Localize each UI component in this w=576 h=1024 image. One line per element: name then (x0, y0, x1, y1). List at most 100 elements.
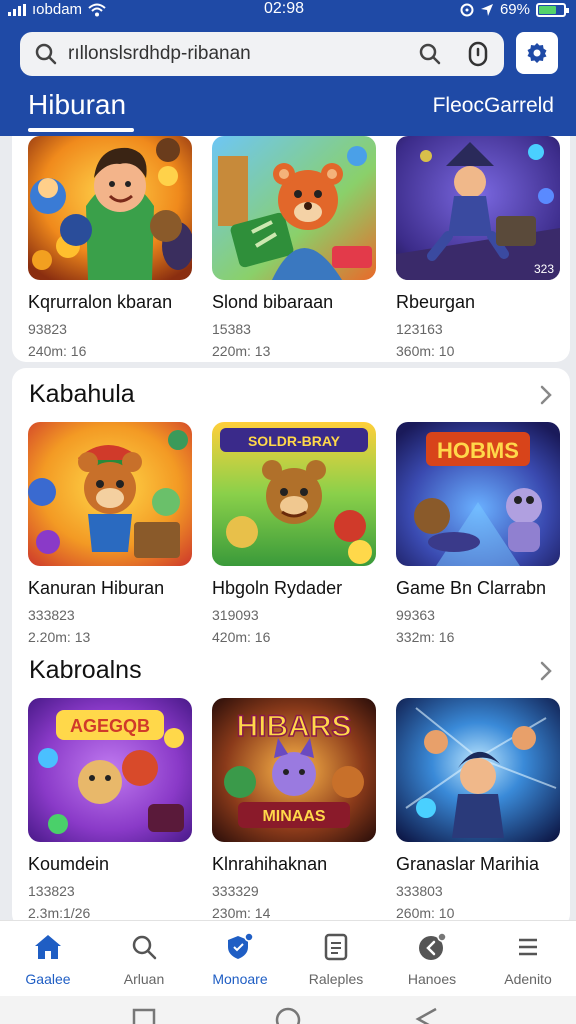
game-art-title: HOBMS (437, 438, 519, 463)
gear-icon (527, 43, 547, 63)
game-tile[interactable]: AGEGQB Koumdein 133823 2.3m:1/26 (28, 698, 196, 920)
game-thumbnail[interactable]: SOLDR-BRAY (212, 422, 376, 566)
game-duration: 220m: 13 (212, 343, 271, 359)
game-title[interactable]: Kqrurralon kbaran (28, 292, 196, 313)
nav-item-document[interactable]: Raleples (288, 931, 384, 987)
nav-label: Hanoes (407, 971, 457, 987)
nav-label: Arluan (123, 971, 165, 987)
chevron-right-icon[interactable] (538, 384, 554, 406)
content-area[interactable]: Kqrurralon kbaran 93823 240m: 16 Slond b… (0, 136, 576, 920)
game-downloads: 99363 (396, 607, 435, 623)
game-duration: 2.20m: 13 (28, 629, 91, 645)
game-thumbnail[interactable]: 323 (396, 136, 560, 280)
search-input[interactable] (68, 39, 408, 69)
game-downloads: 133823 (28, 883, 75, 899)
game-card-group: Kqrurralon kbaran 93823 240m: 16 Slond b… (12, 136, 570, 362)
bottom-navigation: Gaalee Arluan Monoare Raleples Hanoes Ad… (0, 920, 576, 996)
game-title[interactable]: Granaslar Marihia (396, 854, 564, 875)
game-thumbnail[interactable]: HOBMS (396, 422, 560, 566)
game-title[interactable]: Hbgoln Rydader (212, 578, 380, 599)
game-tile[interactable]: Kanuran Hiburan 333823 2.20m: 13 (28, 422, 196, 645)
game-art-title: SOLDR-BRAY (248, 433, 341, 449)
game-thumbnail[interactable]: AGEGQB (28, 698, 192, 842)
game-tile[interactable]: 323 Rbeurgan 123163 360m: 10 (396, 136, 564, 359)
search-bar[interactable] (20, 32, 504, 76)
nav-label: Adenito (504, 971, 552, 987)
game-thumbnail[interactable]: HIBARS MINAAS (212, 698, 376, 842)
game-tile[interactable]: Slond bibaraan 15383 220m: 13 (212, 136, 380, 359)
game-duration: 230m: 14 (212, 905, 271, 920)
game-tile[interactable]: HOBMS Game Bn Clarrabn 99363 332m: 16 (396, 422, 564, 645)
alarm-icon (460, 3, 474, 16)
recent-apps-icon[interactable] (132, 1008, 156, 1024)
game-downloads: 333823 (28, 607, 75, 623)
game-title[interactable]: Slond bibaraan (212, 292, 380, 313)
app-header: ıobdam 02:98 69% Hiburan FleocGarreld (0, 0, 576, 136)
game-tile[interactable]: SOLDR-BRAY Hbgoln Rydader 319093 420m: 1… (212, 422, 380, 645)
nav-item-shield[interactable]: Monoare (192, 931, 288, 987)
nav-item-menu[interactable]: Adenito (480, 931, 576, 987)
carrier-name: ıobdam (32, 1, 83, 18)
signal-icon (8, 3, 26, 16)
microphone-icon[interactable] (466, 40, 490, 68)
location-icon (480, 3, 493, 16)
game-art-title: AGEGQB (70, 716, 150, 736)
battery-fill (539, 5, 556, 14)
section-title-kabahula: Kabahula (29, 380, 135, 408)
game-title[interactable]: Kanuran Hiburan (28, 578, 196, 599)
home-button-icon[interactable] (274, 1006, 302, 1024)
game-title[interactable]: Rbeurgan (396, 292, 564, 313)
search-icon[interactable] (418, 42, 442, 66)
nav-item-search[interactable]: Arluan (96, 931, 192, 987)
home-icon (35, 935, 61, 959)
game-thumbnail[interactable] (212, 136, 376, 280)
game-thumbnail[interactable] (396, 698, 560, 842)
nav-label: Gaalee (25, 971, 71, 987)
game-downloads: 123163 (396, 321, 443, 337)
game-downloads: 319093 (212, 607, 259, 623)
game-downloads: 333803 (396, 883, 443, 899)
wifi-icon (88, 3, 106, 16)
game-thumbnail[interactable] (28, 422, 192, 566)
tab-hiburan[interactable]: Hiburan (28, 89, 126, 121)
nav-label: Raleples (308, 971, 364, 987)
active-tab-indicator (28, 128, 134, 132)
section-title-kabroalns: Kabroalns (29, 656, 142, 684)
nav-item-home[interactable]: Gaalee (0, 931, 96, 987)
game-sections-card: Kabahula Kanuran Hiburan 333823 2.20m: 1… (12, 368, 570, 920)
game-title[interactable]: Klnrahihaknan (212, 854, 380, 875)
back-button-icon[interactable] (414, 1006, 440, 1024)
game-downloads: 333329 (212, 883, 259, 899)
chevron-right-icon[interactable] (538, 660, 554, 682)
game-duration: 260m: 10 (396, 905, 455, 920)
status-left: ıobdam (8, 1, 106, 18)
game-thumbnail[interactable] (28, 136, 192, 280)
search-icon (35, 43, 57, 65)
menu-icon (519, 938, 537, 956)
status-bar: ıobdam 02:98 69% (0, 0, 576, 22)
status-time: 02:98 (264, 0, 305, 17)
tab-right[interactable]: FleocGarreld (433, 94, 554, 118)
game-title[interactable]: Game Bn Clarrabn (396, 578, 564, 599)
game-tile[interactable]: HIBARS MINAAS Klnrahihaknan 333329 230m:… (212, 698, 380, 920)
game-art-title: HIBARS (236, 710, 351, 743)
battery-icon (536, 2, 569, 17)
shield-icon (228, 932, 254, 959)
game-duration: 240m: 16 (28, 343, 87, 359)
game-downloads: 15383 (212, 321, 251, 337)
search-icon (132, 935, 157, 960)
game-duration: 360m: 10 (396, 343, 455, 359)
game-badge: 323 (533, 262, 554, 276)
game-tile[interactable]: Granaslar Marihia 333803 260m: 10 (396, 698, 564, 920)
game-tile[interactable]: Kqrurralon kbaran 93823 240m: 16 (28, 136, 196, 359)
document-icon (324, 933, 348, 961)
status-right: 69% (460, 1, 569, 18)
game-downloads: 93823 (28, 321, 67, 337)
nav-item-back[interactable]: Hanoes (384, 931, 480, 987)
game-title[interactable]: Koumdein (28, 854, 196, 875)
nav-label: Monoare (212, 971, 268, 987)
game-duration: 420m: 16 (212, 629, 271, 645)
settings-button[interactable] (516, 32, 558, 74)
game-art-subtitle: MINAAS (262, 808, 325, 825)
game-duration: 332m: 16 (396, 629, 455, 645)
